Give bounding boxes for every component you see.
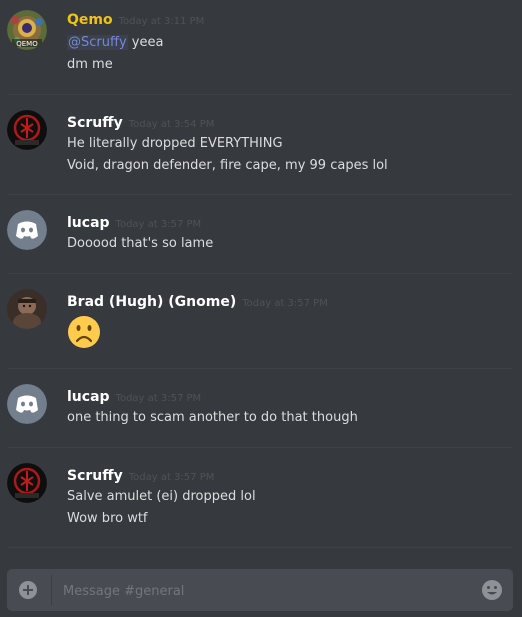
message-line: @Scruffy yeea	[67, 33, 163, 53]
username-text[interactable]: lucap	[67, 389, 110, 405]
frowning-face-emoji-icon	[68, 316, 100, 348]
message-group: lucap Today at 3:57 PM one thing to scam …	[0, 369, 512, 448]
qemo-avatar-icon[interactable]: QEMO	[7, 10, 47, 50]
message-timestamp: Today at 3:57 PM	[115, 393, 202, 404]
username-text[interactable]: Qemo	[67, 12, 113, 28]
message-input[interactable]	[61, 575, 465, 607]
message-text: yeea	[127, 35, 164, 50]
message-line: Wow bro wtf	[67, 511, 148, 526]
scruffy-avatar-icon[interactable]	[7, 110, 47, 150]
username[interactable]: Brad (Hugh) (Gnome) Today at 3:57 PM	[67, 293, 328, 313]
username[interactable]: lucap Today at 3:57 PM	[67, 388, 201, 408]
message-line: Dooood that's so lame	[67, 236, 214, 251]
message-group: Brad (Hugh) (Gnome) Today at 3:57 PM	[0, 274, 512, 369]
message-line: Salve amulet (ei) dropped lol	[67, 489, 256, 504]
message-timestamp: Today at 3:54 PM	[128, 119, 215, 130]
message-timestamp: Today at 3:57 PM	[115, 219, 202, 230]
discord-default-avatar-icon[interactable]	[7, 384, 47, 424]
username-text[interactable]: Brad (Hugh) (Gnome)	[67, 294, 236, 310]
composer-divider	[51, 575, 52, 605]
username[interactable]: Scruffy Today at 3:54 PM	[67, 114, 214, 134]
message-group: Scruffy Today at 3:54 PM He literally dro…	[0, 95, 512, 195]
message-line: Void, dragon defender, fire cape, my 99 …	[67, 158, 388, 173]
username[interactable]: Qemo Today at 3:11 PM	[67, 11, 204, 31]
smiley-icon[interactable]	[481, 579, 503, 601]
username-text[interactable]: Scruffy	[67, 115, 123, 131]
message-composer	[7, 569, 513, 611]
user-mention[interactable]: @Scruffy	[67, 35, 128, 50]
message-group: Scruffy Today at 3:57 PM Salve amulet (ei…	[0, 448, 512, 548]
plus-circle-icon[interactable]	[18, 580, 38, 600]
message-line: one thing to scam another to do that tho…	[67, 410, 358, 425]
chat-window: QEMO Qemo Today at 3:11 PM @Scruffy yeea …	[0, 0, 522, 617]
username-text[interactable]: Scruffy	[67, 468, 123, 484]
message-timestamp: Today at 3:57 PM	[242, 298, 328, 309]
scruffy-avatar-icon[interactable]	[7, 463, 47, 503]
username[interactable]: Scruffy Today at 3:57 PM	[67, 467, 214, 487]
message-timestamp: Today at 3:11 PM	[118, 16, 205, 27]
username-text[interactable]: lucap	[67, 215, 110, 231]
message-divider	[7, 547, 512, 548]
message-timestamp: Today at 3:57 PM	[128, 472, 215, 483]
message-line: He literally dropped EVERYTHING	[67, 136, 283, 151]
brad-avatar-icon[interactable]	[7, 289, 47, 329]
username[interactable]: lucap Today at 3:57 PM	[67, 214, 201, 234]
svg-text:QEMO: QEMO	[16, 40, 38, 48]
discord-default-avatar-icon[interactable]	[7, 210, 47, 250]
message-line: dm me	[67, 57, 113, 72]
message-group: QEMO Qemo Today at 3:11 PM @Scruffy yeea …	[0, 0, 512, 95]
message-group: lucap Today at 3:57 PM Dooood that's so l…	[0, 195, 512, 273]
